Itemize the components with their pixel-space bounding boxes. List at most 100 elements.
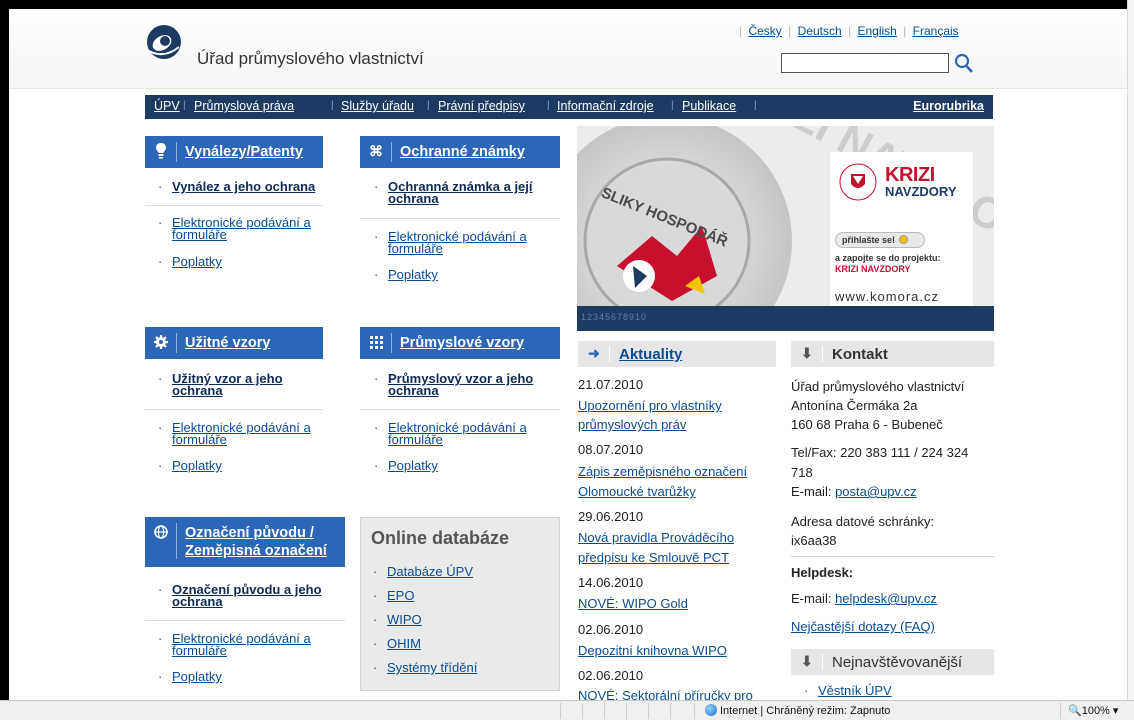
box-title-puvod-1[interactable]: Označení původu / [185,525,314,541]
box-title-uzitne[interactable]: Užitné vzory [185,335,270,351]
vertical-scrollbar[interactable] [1127,0,1134,700]
link-text[interactable]: EPO [387,589,414,602]
bullet: · [158,669,163,684]
link-text[interactable]: formuláře [172,644,227,657]
gear-icon [154,335,168,349]
news-link[interactable]: průmyslových práv [578,417,686,432]
link-text[interactable]: ochrana [388,384,439,397]
link-text[interactable]: formuláře [388,242,443,255]
box-header-vynalezy[interactable]: Vynálezy/Patenty [145,136,323,168]
nav-item-sluzby-uradu[interactable]: Služby úřadu [341,99,414,113]
lang-deutsch[interactable]: Deutsch [798,24,842,38]
aktuality-header[interactable]: ➜ Aktuality [578,341,776,367]
box-title-prumyslove[interactable]: Průmyslové vzory [400,335,524,351]
search-icon[interactable] [954,52,974,74]
header-separator [176,333,177,353]
box-header-prumyslove[interactable]: Průmyslové vzory [360,327,560,359]
link-text[interactable]: OHIM [387,637,421,650]
news-link[interactable]: předpisu ke Smlouvě PCT [578,550,729,565]
link-text[interactable]: formuláře [388,433,443,446]
box-header-znamky[interactable]: ⌘ Ochranné známky [360,136,560,168]
news-link[interactable]: Upozornění pro vlastníky [578,398,722,413]
status-cell [694,703,695,719]
box-header-uzitne[interactable]: Užitné vzory [145,327,323,359]
box-title-vynalezy[interactable]: Vynálezy/Patenty [185,144,303,160]
ad-signup-button[interactable]: přihlašte se! [835,232,925,248]
bullet: · [373,588,378,603]
news-date: 21.07.2010 [578,377,644,392]
aktuality-title[interactable]: Aktuality [619,346,682,363]
status-cell [560,703,561,719]
news-link[interactable]: NOVÉ: Sektorální příručky pro [578,688,753,700]
helpdesk-email-link[interactable]: helpdesk@upv.cz [835,591,937,606]
banner-pager-numbers[interactable]: 12345678910 [581,312,647,322]
site-header: Úřad průmyslového vlastnictví | Česky | … [9,9,1127,89]
security-zone[interactable]: Internet | Chráněný režim: Zapnuto [705,704,890,717]
link-text[interactable]: ochrana [388,192,439,205]
kontakt-header: ⬇ Kontakt [791,341,994,367]
box-title-znamky[interactable]: Ochranné známky [400,144,525,160]
promo-banner[interactable]: SLIKY HOSPODÁŘ KRIZI NAVZDORY KRIZI NAVZ… [577,126,994,331]
site-title[interactable]: Úřad průmyslového vlastnictví [197,49,424,69]
banner-pager[interactable]: 12345678910 [577,306,994,331]
box-header-puvod[interactable]: Označení původu / Zeměpisná označení [145,517,345,567]
nejnavstevovanejsi-header: ⬇ Nejnavštěvovanější [791,649,994,675]
lang-cesky[interactable]: Česky [748,24,781,38]
news-link[interactable]: NOVÉ: WIPO Gold [578,596,688,611]
status-cell [626,703,627,719]
krizi-navzdory-ad[interactable]: KRIZI NAVZDORY přihlašte se! a zapojte s… [830,152,973,310]
link-text[interactable]: Poplatky [172,670,222,683]
email-label: E-mail: [791,484,832,499]
helpdesk-title: Helpdesk: [791,565,854,580]
nav-item-eurorubrika[interactable]: Eurorubrika [913,99,984,113]
link-text[interactable]: Poplatky [172,459,222,472]
divider [360,218,560,219]
header-separator [176,523,177,559]
news-link[interactable]: Zápis zeměpisného označení [578,464,747,479]
lang-francais[interactable]: Français [913,24,959,38]
web-page: Úřad průmyslového vlastnictví | Česky | … [9,9,1127,700]
link-text[interactable]: formuláře [172,433,227,446]
lang-english[interactable]: English [857,24,896,38]
news-link[interactable]: Olomoucké tvarůžky [578,484,696,499]
ad-brand-2: NAVZDORY [885,184,957,199]
nav-item-pravni-predpisy[interactable]: Právní předpisy [438,99,525,113]
link-text[interactable]: Databáze ÚPV [387,565,473,578]
zoom-control[interactable]: 🔍100% ▾ [1068,704,1118,717]
upv-logo-icon[interactable] [145,23,183,61]
link-text[interactable]: ochrana [172,595,223,608]
bullet: · [158,458,163,473]
link-text[interactable]: Poplatky [388,268,438,281]
bullet: · [158,179,163,194]
link-text[interactable]: Poplatky [388,459,438,472]
link-text[interactable]: formuláře [172,228,227,241]
link-text[interactable]: WIPO [387,613,422,626]
bullet: · [374,458,379,473]
faq-link[interactable]: Nejčastější dotazy (FAQ) [791,619,935,634]
kontakt-title: Kontakt [832,346,888,363]
main-navigation: ÚPV | Průmyslová práva | Služby úřadu | … [145,95,993,119]
nav-item-publikace[interactable]: Publikace [682,99,736,113]
helpdesk-email-row: E-mail: helpdesk@upv.cz [791,591,937,606]
nav-item-upv[interactable]: ÚPV [154,99,180,113]
box-title-puvod-2[interactable]: Zeměpisná označení [185,543,327,559]
link-text[interactable]: ochrana [172,384,223,397]
zoom-dropdown-icon[interactable]: ▾ [1113,705,1119,717]
bullet: · [373,636,378,651]
link-text[interactable]: Věstník ÚPV [818,684,892,697]
news-link[interactable]: Depozitní knihovna WIPO [578,643,727,658]
contact-email-link[interactable]: posta@upv.cz [835,484,917,499]
status-cell [648,703,649,719]
bullet: · [158,254,163,269]
news-date: 08.07.2010 [578,442,644,457]
link-text[interactable]: Poplatky [172,255,222,268]
link-text[interactable]: Vynález a jeho ochrana [172,180,315,193]
divider [791,556,994,557]
link-text[interactable]: Systémy třídění [387,661,477,674]
nav-item-prumyslova-prava[interactable]: Průmyslová práva [194,99,294,113]
news-link[interactable]: Nová pravidla Prováděcího [578,530,734,545]
search-input[interactable] [781,53,949,73]
contact-ds-label: Adresa datové schránky: [791,514,935,529]
nav-item-informacni-zdroje[interactable]: Informační zdroje [557,99,654,113]
bullet: · [158,215,163,230]
